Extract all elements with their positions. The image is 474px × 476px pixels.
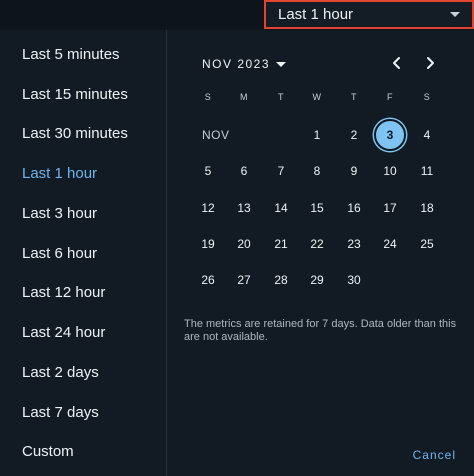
calendar-day[interactable]: 16 <box>338 192 370 224</box>
calendar-day[interactable]: 17 <box>374 192 406 224</box>
calendar-day-selected[interactable]: 3 <box>374 119 406 151</box>
calendar-day[interactable]: 23 <box>338 228 370 260</box>
calendar-day[interactable]: 4 <box>411 119 443 151</box>
retention-note: The metrics are retained for 7 days. Dat… <box>184 318 457 343</box>
calendar-day[interactable]: 19 <box>192 228 224 260</box>
preset-last-7-days[interactable]: Last 7 days <box>22 404 99 421</box>
calendar-day[interactable]: 13 <box>228 192 260 224</box>
cancel-button[interactable]: Cancel <box>413 448 456 462</box>
calendar-day[interactable]: 18 <box>411 192 443 224</box>
preset-custom[interactable]: Custom <box>22 443 74 460</box>
chevron-right-icon <box>427 57 434 69</box>
preset-last-2-days[interactable]: Last 2 days <box>22 364 99 381</box>
calendar-day[interactable]: 25 <box>411 228 443 260</box>
calendar-day[interactable]: 7 <box>265 155 297 187</box>
weekday-header: T <box>278 92 284 102</box>
calendar-day[interactable]: 20 <box>228 228 260 260</box>
calendar-day[interactable]: 5 <box>192 155 224 187</box>
time-range-panel: Last 5 minutes Last 15 minutes Last 30 m… <box>0 30 474 476</box>
month-year-selector[interactable]: NOV 2023 <box>202 57 287 71</box>
calendar-day[interactable]: 24 <box>374 228 406 260</box>
preset-last-15-minutes[interactable]: Last 15 minutes <box>22 86 128 103</box>
calendar-day[interactable]: 21 <box>265 228 297 260</box>
calendar-day[interactable]: 27 <box>228 264 260 296</box>
preset-last-12-hour[interactable]: Last 12 hour <box>22 284 105 301</box>
calendar-day[interactable]: 29 <box>301 264 333 296</box>
calendar-day[interactable]: 6 <box>228 155 260 187</box>
calendar-day[interactable]: 2 <box>338 119 370 151</box>
calendar-day[interactable]: 10 <box>374 155 406 187</box>
preset-last-5-minutes[interactable]: Last 5 minutes <box>22 46 120 63</box>
next-month-button[interactable] <box>421 54 439 72</box>
preset-last-3-hour[interactable]: Last 3 hour <box>22 205 97 222</box>
calendar: NOV 2023 S M T W T F S NOV 1 2 3 4 5 6 7 8 9 10 11… <box>168 30 474 476</box>
calendar-day[interactable]: 8 <box>301 155 333 187</box>
weekday-header: M <box>240 92 248 102</box>
caret-down-icon <box>450 12 460 17</box>
preset-last-6-hour[interactable]: Last 6 hour <box>22 245 97 262</box>
time-range-value: Last 1 hour <box>278 6 354 23</box>
weekday-header: W <box>312 92 322 102</box>
calendar-day[interactable]: 22 <box>301 228 333 260</box>
calendar-day[interactable]: 26 <box>192 264 224 296</box>
preset-sidebar: Last 5 minutes Last 15 minutes Last 30 m… <box>0 30 167 476</box>
weekday-header: S <box>204 92 212 102</box>
calendar-day[interactable]: 14 <box>265 192 297 224</box>
caret-down-icon <box>276 61 287 67</box>
preset-last-24-hour[interactable]: Last 24 hour <box>22 324 105 341</box>
calendar-day[interactable]: 28 <box>265 264 297 296</box>
calendar-day[interactable]: 30 <box>338 264 370 296</box>
chevron-left-icon <box>393 57 400 69</box>
time-range-dropdown[interactable]: Last 1 hour <box>264 0 474 29</box>
calendar-day[interactable]: 15 <box>301 192 333 224</box>
weekday-header: T <box>351 92 357 102</box>
previous-month-button[interactable] <box>388 54 406 72</box>
grid-month-label: NOV <box>202 128 230 142</box>
calendar-day[interactable]: 1 <box>301 119 333 151</box>
weekday-header: S <box>423 92 431 102</box>
top-bar: Last 1 hour <box>0 0 474 30</box>
weekday-header: F <box>387 92 393 102</box>
calendar-day[interactable]: 11 <box>411 155 443 187</box>
preset-last-30-minutes[interactable]: Last 30 minutes <box>22 125 128 142</box>
calendar-day[interactable]: 9 <box>338 155 370 187</box>
preset-last-1-hour[interactable]: Last 1 hour <box>22 165 97 182</box>
month-year-label: NOV 2023 <box>202 57 271 71</box>
calendar-day[interactable]: 12 <box>192 192 224 224</box>
